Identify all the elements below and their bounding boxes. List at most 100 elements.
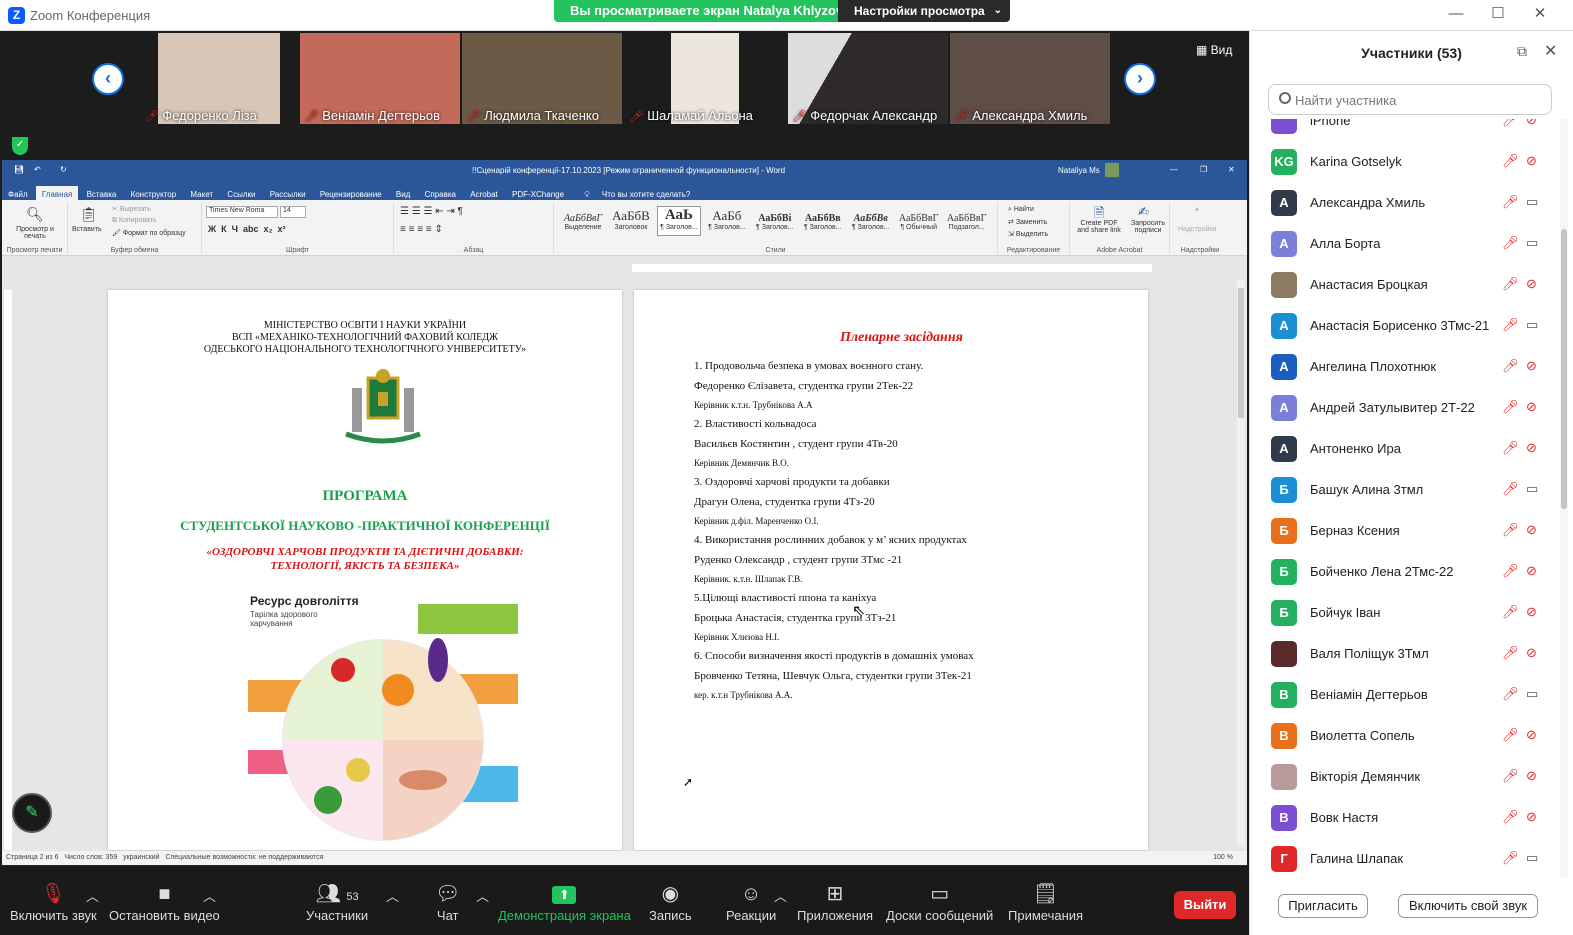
chevron-up-icon[interactable]: ︿ [476, 886, 489, 905]
participant-row[interactable]: Г Галина Шлапак 🎤︎ ▭ [1250, 839, 1560, 877]
participant-row[interactable]: А Анастасія Борисенко 3Тмс-21 🎤︎ ▭ [1250, 306, 1560, 347]
participants-button[interactable]: 👥︎ 53 Участники [306, 880, 368, 923]
close-icon[interactable]: ✕ [1530, 4, 1550, 24]
participant-search [1268, 84, 1552, 115]
whiteboards-button[interactable]: ▭ Доски сообщений [886, 880, 993, 923]
program-line: 3. Оздоровчі харчові продукти та добавки [694, 476, 890, 488]
video-off-icon: ⊘ [1526, 522, 1537, 537]
participant-row[interactable]: KG Karina Gotselyk 🎤︎ ⊘ [1250, 142, 1560, 183]
video-off-icon: ⊘ [1526, 645, 1537, 660]
record-button[interactable]: ◉ Запись [649, 880, 692, 923]
ribbon-group: 🔍︎ Просмотр и печать Просмотр печати [2, 202, 68, 254]
notes-button[interactable]: 🗒︎ Примечания [1008, 880, 1083, 923]
share-screen-button[interactable]: ⬆ Демонстрация экрана [498, 880, 631, 923]
mic-muted-icon: 🎤︎ [1502, 399, 1519, 414]
ribbon-group: АаБбВвГ Выделение АаБбВ Заголовок АаЬ ¶ Заг… [554, 202, 998, 254]
chevron-up-icon[interactable]: ︿ [86, 886, 99, 905]
participant-list-scrollbar[interactable] [1560, 119, 1568, 877]
participant-row[interactable]: А Александра Хмиль 🎤︎ ▭ [1250, 183, 1560, 224]
participant-row[interactable]: Б Берназ Ксения 🎤︎ ⊘ [1250, 511, 1560, 552]
paste-icon: 📋︎ [80, 206, 98, 222]
prev-page-button[interactable]: ‹ [92, 63, 124, 95]
whiteboard-icon: ▭ [930, 883, 950, 905]
leave-button[interactable]: Выйти [1174, 891, 1236, 919]
mic-muted-icon: 🎤︎ [144, 109, 160, 123]
next-page-button[interactable]: › [1124, 63, 1156, 95]
mic-muted-icon: 🎤︎ [1502, 235, 1519, 250]
participant-search-input[interactable] [1295, 91, 1535, 109]
participant-name: Валя Поліщук 3Тмл [1310, 646, 1429, 661]
program-line: 6. Способи визначення якості продуктів в… [694, 650, 974, 662]
select-icon: ⇲ [1008, 231, 1016, 238]
view-options-dropdown[interactable]: Настройки просмотра ⌄ [838, 0, 1010, 22]
video-off-icon: ⊘ [1526, 276, 1537, 291]
participant-row[interactable]: Вікторія Демянчик 🎤︎ ⊘ [1250, 757, 1560, 798]
video-off-icon: ⊘ [1526, 440, 1537, 455]
unmute-me-button[interactable]: Включить свой звук [1398, 894, 1538, 918]
participant-row[interactable]: Валя Поліщук 3Тмл 🎤︎ ⊘ [1250, 634, 1560, 675]
video-tile[interactable]: 🎤︎ Федорчак Александр [788, 33, 948, 124]
share-banner: Вы просматриваете экран Natalya Khlyzova [554, 0, 867, 22]
participant-row[interactable]: В Виолетта Сопель 🎤︎ ⊘ [1250, 716, 1560, 757]
record-icon: ◉ [661, 883, 680, 905]
annotate-pen-button[interactable]: ✎ [12, 793, 52, 833]
mic-muted-icon: 🎤︎ [1502, 119, 1519, 127]
word-statusbar: Страница 2 из 6 Число слов: 359 украинск… [2, 851, 1247, 865]
participant-row[interactable]: В Вовк Настя 🎤︎ ⊘ [1250, 798, 1560, 839]
video-tile[interactable]: 🎤︎ Веніамін Дегтерьов [300, 33, 460, 124]
participant-row[interactable]: iPhone 🎤︎ ⊘ [1250, 119, 1560, 142]
mic-muted-icon: 🎤︎ [1502, 850, 1519, 865]
avatar [1271, 272, 1297, 298]
video-on-icon: ▭ [1526, 235, 1539, 250]
video-tile[interactable]: 🎤︎ Александра Хмиль [950, 33, 1110, 124]
video-tile[interactable]: 🎤︎ Шаламай Альона [625, 33, 785, 124]
annotation-cursor-icon: ➚ [683, 775, 694, 789]
program-line: кер. к.т.н Трубнікова А.А. [694, 690, 793, 700]
participant-row[interactable]: А Ангелина Плохотнюк 🎤︎ ⊘ [1250, 347, 1560, 388]
video-tile[interactable]: 🎤︎ Людмила Ткаченко [462, 33, 622, 124]
word-ribbon: 🔍︎ Просмотр и печать Просмотр печати 📋︎ … [2, 200, 1247, 256]
mic-muted-icon: 🎤︎ [466, 109, 482, 123]
ribbon-group: ☰ ☰ ☰ ⇤ ⇥ ¶ ≡ ≡ ≡ ≡ ⇕ Абзац [394, 202, 554, 254]
video-on-icon: ▭ [1526, 850, 1539, 865]
chevron-up-icon[interactable]: ︿ [774, 886, 787, 905]
participant-row[interactable]: В Веніамін Дегтерьов 🎤︎ ▭ [1250, 675, 1560, 716]
replace-icon: ⇄ [1008, 219, 1016, 226]
participant-row[interactable]: А Алла Борта 🎤︎ ▭ [1250, 224, 1560, 265]
popout-icon[interactable]: ⧉ [1517, 43, 1527, 60]
video-off-icon: ⊘ [1526, 727, 1537, 742]
mic-muted-icon: 🎤︎ [1502, 481, 1519, 496]
chevron-up-icon[interactable]: ︿ [386, 886, 399, 905]
avatar: А [1271, 313, 1297, 339]
participant-row[interactable]: Б Бойчук Іван 🎤︎ ⊘ [1250, 593, 1560, 634]
avatar: А [1271, 231, 1297, 257]
close-icon[interactable]: ✕ [1544, 41, 1557, 61]
chevron-up-icon[interactable]: ︿ [203, 886, 216, 905]
unmute-button[interactable]: 🎙︎ Включить звук [10, 880, 97, 923]
word-user: Nataliya Ms [1058, 166, 1100, 175]
participant-row[interactable]: А Андрей Затулывитер 2Т-22 🎤︎ ⊘ [1250, 388, 1560, 429]
participant-row[interactable]: А Антоненко Ира 🎤︎ ⊘ [1250, 429, 1560, 470]
apps-button[interactable]: ⊞ Приложения [797, 880, 873, 923]
participant-row[interactable]: Б Башук Алина 3тмл 🎤︎ ▭ [1250, 470, 1560, 511]
participant-row[interactable]: Б Бойченко Лена 2Тмс-22 🎤︎ ⊘ [1250, 552, 1560, 593]
minimize-icon: — [1170, 165, 1178, 174]
minimize-icon[interactable]: — [1446, 4, 1466, 24]
participant-name: Karina Gotselyk [1310, 154, 1402, 169]
chat-bubble-icon: 💬︎ [435, 883, 461, 905]
restore-icon: ❐ [1200, 165, 1208, 174]
chat-button[interactable]: 💬︎ Чат [435, 880, 460, 923]
avatar: А [1271, 395, 1297, 421]
reactions-button[interactable]: ☺ Реакции [726, 880, 776, 923]
maximize-icon[interactable]: ☐ [1488, 4, 1508, 24]
document-scrollbar[interactable] [1237, 280, 1245, 845]
invite-button[interactable]: Пригласить [1278, 894, 1368, 918]
mic-muted-icon: 🎤︎ [1502, 317, 1519, 332]
avatar: А [1271, 190, 1297, 216]
security-shield-icon[interactable]: ✓ [12, 137, 28, 155]
participant-name: Веніамін Дегтерьов [1310, 687, 1428, 702]
participant-row[interactable]: Анастасия Броцкая 🎤︎ ⊘ [1250, 265, 1560, 306]
view-button[interactable]: ▦ Вид [1196, 43, 1232, 57]
video-off-icon: ⊘ [1526, 358, 1537, 373]
video-tile[interactable]: 🎤︎ Федоренко Ліза [140, 33, 298, 124]
